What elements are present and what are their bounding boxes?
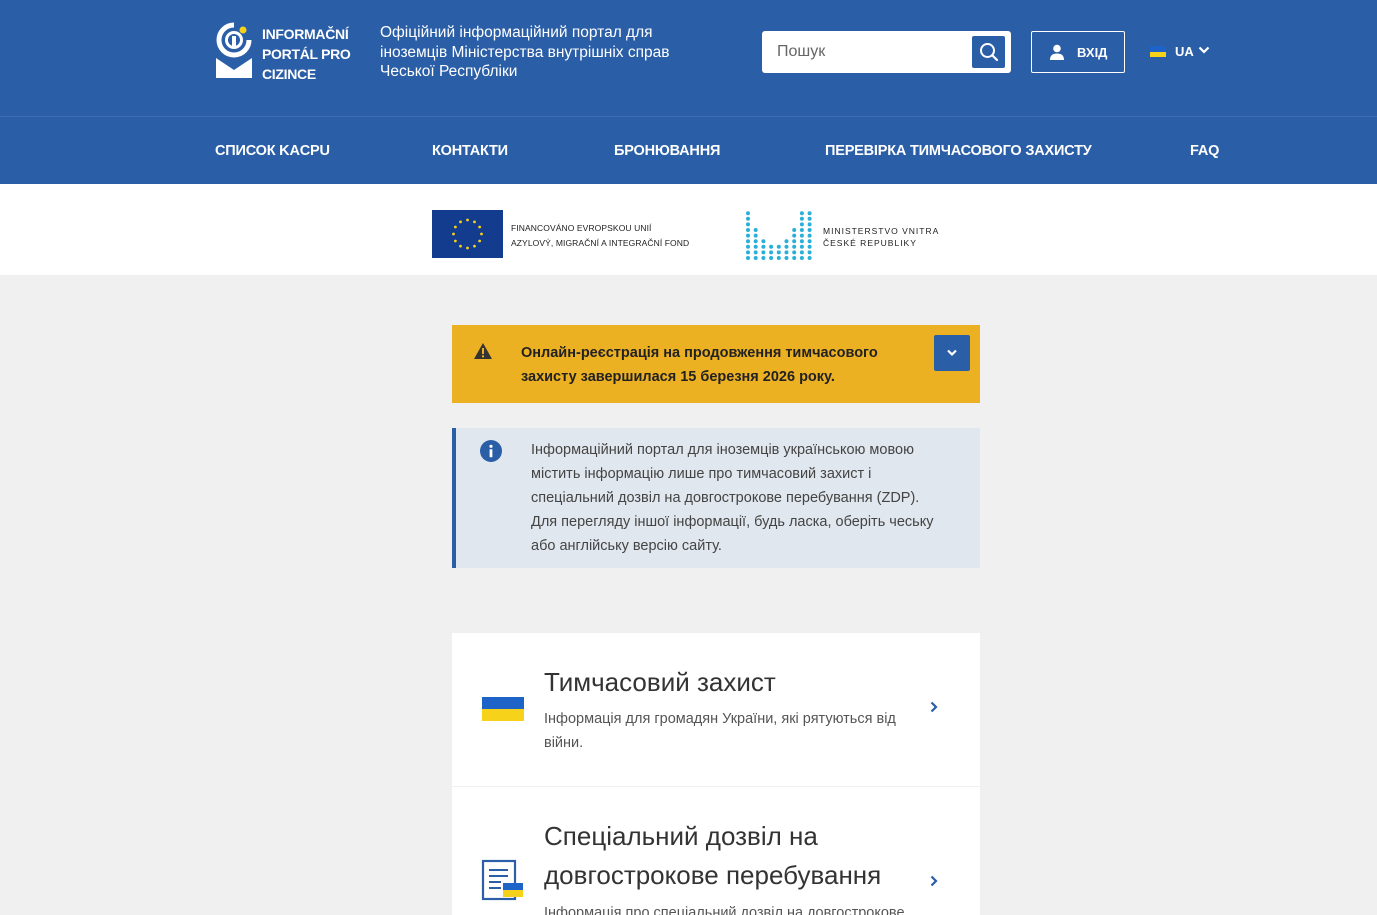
site-header: INFORMAČNÍ PORTÁL PRO CIZINCE Офіційний … [0, 0, 1377, 116]
logo-line-3: CIZINCE [262, 66, 316, 82]
info-i-logo-icon [216, 22, 252, 78]
ministry-line-2: ČESKÉ REPUBLIKY [823, 237, 917, 248]
registration-alert: Онлайн-реєстрація на продовження тимчасо… [452, 325, 980, 403]
info-text: Інформаційний портал для іноземців украї… [531, 442, 934, 554]
eu-flag-icon [432, 210, 503, 258]
portal-logo[interactable]: INFORMAČNÍ PORTÁL PRO CIZINCE [215, 22, 355, 82]
ministry-text: MINISTERSTVO VNITRA ČESKÉ REPUBLIKY [823, 226, 939, 249]
eu-funding-line-2: AZYLOVÝ, MIGRAČNÍ A INTEGRAČNÍ FOND [511, 237, 690, 248]
nav-item-kacpu-list[interactable]: СПИСОК KACPU [215, 143, 330, 159]
site-tagline: Офіційний інформаційний портал для інозе… [380, 24, 670, 80]
info-icon [480, 440, 502, 462]
nav-item-booking[interactable]: БРОНЮВАННЯ [614, 143, 720, 159]
nav-item-faq[interactable]: FAQ [1190, 143, 1219, 159]
language-code: UA [1175, 44, 1194, 59]
search-input[interactable] [762, 31, 967, 73]
chevron-right-icon [930, 875, 938, 887]
language-selector[interactable]: UA [1150, 42, 1212, 60]
nav-item-contacts[interactable]: КОНТАКТИ [432, 143, 508, 159]
alert-text: Онлайн-реєстрація на продовження тимчасо… [521, 345, 878, 385]
card-description: Інформація для громадян України, які рят… [544, 711, 896, 751]
card-description: Інформація про спеціальний дозвіл на дов… [544, 905, 905, 915]
ministry-logo-icon [746, 211, 812, 260]
document-icon [481, 859, 523, 901]
login-button[interactable]: ВХІД [1031, 31, 1125, 73]
search-button[interactable] [972, 36, 1005, 68]
logo-wordmark: INFORMAČNÍ PORTÁL PRO CIZINCE [262, 24, 351, 84]
nav-item-protection-check[interactable]: ПЕРЕВІРКА ТИМЧАСОВОГО ЗАХИСТУ [825, 143, 1092, 159]
eu-funding-text: FINANCOVÁNO EVROPSKOU UNIÍ AZYLOVÝ, MIGR… [511, 221, 689, 250]
ukraine-flag-icon [482, 697, 524, 721]
main-navigation: СПИСОК KACPU КОНТАКТИ БРОНЮВАННЯ ПЕРЕВІР… [0, 116, 1377, 184]
chevron-right-icon [930, 701, 938, 713]
logo-line-1: INFORMAČNÍ [262, 26, 349, 42]
card-title: Спеціальний дозвіл на довгострокове пере… [544, 821, 882, 890]
ministry-line-1: MINISTERSTVO VNITRA [823, 226, 940, 236]
warning-icon [474, 343, 492, 359]
user-icon [1050, 44, 1064, 60]
logo-line-2: PORTÁL PRO [262, 46, 351, 62]
alert-expand-button[interactable] [934, 335, 970, 371]
card-title: Тимчасовий захист [544, 667, 776, 697]
ukraine-flag-icon [1150, 46, 1166, 57]
chevron-down-icon [1198, 46, 1210, 54]
search-icon [980, 43, 999, 62]
login-label: ВХІД [1077, 45, 1108, 60]
chevron-down-icon [947, 349, 957, 357]
card-temporary-protection[interactable]: Тимчасовий захист Інформація для громадя… [452, 633, 980, 786]
search-box [762, 31, 1011, 73]
funding-banner: FINANCOVÁNO EVROPSKOU UNIÍ AZYLOVÝ, MIGR… [0, 184, 1377, 275]
language-info-notice: Інформаційний портал для іноземців украї… [452, 428, 980, 568]
eu-funding-line-1: FINANCOVÁNO EVROPSKOU UNIÍ [511, 223, 652, 233]
card-special-residence-permit[interactable]: Спеціальний дозвіл на довгострокове пере… [452, 787, 980, 915]
